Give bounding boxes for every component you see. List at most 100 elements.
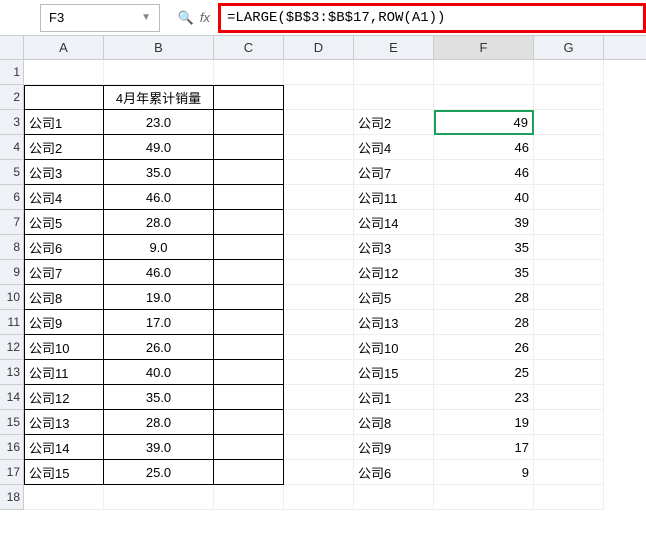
row-header-11[interactable]: 11 <box>0 310 24 335</box>
row-header-16[interactable]: 16 <box>0 435 24 460</box>
cell-G6[interactable] <box>534 185 604 210</box>
cell-G3[interactable] <box>534 110 604 135</box>
cell-A11[interactable]: 公司9 <box>24 310 104 335</box>
cell-E3[interactable]: 公司2 <box>354 110 434 135</box>
cell-G15[interactable] <box>534 410 604 435</box>
cell-B16[interactable]: 39.0 <box>104 435 214 460</box>
cell-A13[interactable]: 公司11 <box>24 360 104 385</box>
cell-A16[interactable]: 公司14 <box>24 435 104 460</box>
cell-B2[interactable]: 4月年累计销量 <box>104 85 214 110</box>
cell-D11[interactable] <box>284 310 354 335</box>
cell-A15[interactable]: 公司13 <box>24 410 104 435</box>
cell-B6[interactable]: 46.0 <box>104 185 214 210</box>
cell-B18[interactable] <box>104 485 214 510</box>
cell-A2[interactable] <box>24 85 104 110</box>
cell-B15[interactable]: 28.0 <box>104 410 214 435</box>
cell-E18[interactable] <box>354 485 434 510</box>
cell-D3[interactable] <box>284 110 354 135</box>
cell-D18[interactable] <box>284 485 354 510</box>
cell-E4[interactable]: 公司4 <box>354 135 434 160</box>
col-header-G[interactable]: G <box>534 36 604 59</box>
cell-D4[interactable] <box>284 135 354 160</box>
cell-G9[interactable] <box>534 260 604 285</box>
cell-F15[interactable]: 19 <box>434 410 534 435</box>
cell-E11[interactable]: 公司13 <box>354 310 434 335</box>
cell-D2[interactable] <box>284 85 354 110</box>
cell-C3[interactable] <box>214 110 284 135</box>
cell-F18[interactable] <box>434 485 534 510</box>
cell-G7[interactable] <box>534 210 604 235</box>
cell-D9[interactable] <box>284 260 354 285</box>
cell-A6[interactable]: 公司4 <box>24 185 104 210</box>
cell-C16[interactable] <box>214 435 284 460</box>
cell-F10[interactable]: 28 <box>434 285 534 310</box>
cell-C6[interactable] <box>214 185 284 210</box>
cell-A8[interactable]: 公司6 <box>24 235 104 260</box>
cell-B13[interactable]: 40.0 <box>104 360 214 385</box>
formula-input[interactable]: =LARGE($B$3:$B$17,ROW(A1)) <box>218 3 646 33</box>
cell-E10[interactable]: 公司5 <box>354 285 434 310</box>
row-header-5[interactable]: 5 <box>0 160 24 185</box>
cell-E1[interactable] <box>354 60 434 85</box>
cell-E5[interactable]: 公司7 <box>354 160 434 185</box>
row-header-8[interactable]: 8 <box>0 235 24 260</box>
row-header-12[interactable]: 12 <box>0 335 24 360</box>
cell-B3[interactable]: 23.0 <box>104 110 214 135</box>
cell-E14[interactable]: 公司1 <box>354 385 434 410</box>
name-box[interactable]: F3 ▼ <box>40 4 160 32</box>
cell-B7[interactable]: 28.0 <box>104 210 214 235</box>
cell-C15[interactable] <box>214 410 284 435</box>
cell-D1[interactable] <box>284 60 354 85</box>
cell-C13[interactable] <box>214 360 284 385</box>
row-header-13[interactable]: 13 <box>0 360 24 385</box>
cell-F3[interactable]: 49 <box>434 110 534 135</box>
cell-C14[interactable] <box>214 385 284 410</box>
cell-E17[interactable]: 公司6 <box>354 460 434 485</box>
col-header-A[interactable]: A <box>24 36 104 59</box>
row-header-3[interactable]: 3 <box>0 110 24 135</box>
cell-D14[interactable] <box>284 385 354 410</box>
cell-D7[interactable] <box>284 210 354 235</box>
cell-E6[interactable]: 公司11 <box>354 185 434 210</box>
cell-D12[interactable] <box>284 335 354 360</box>
cell-E16[interactable]: 公司9 <box>354 435 434 460</box>
cell-E7[interactable]: 公司14 <box>354 210 434 235</box>
cell-E9[interactable]: 公司12 <box>354 260 434 285</box>
spreadsheet-grid[interactable]: A B C D E F G 124月年累计销量3公司123.0公司2494公司2… <box>0 36 646 536</box>
cell-G14[interactable] <box>534 385 604 410</box>
row-header-2[interactable]: 2 <box>0 85 24 110</box>
search-icon[interactable]: 🔍 <box>178 10 194 26</box>
cell-E15[interactable]: 公司8 <box>354 410 434 435</box>
cell-G4[interactable] <box>534 135 604 160</box>
cell-A4[interactable]: 公司2 <box>24 135 104 160</box>
cell-B11[interactable]: 17.0 <box>104 310 214 335</box>
row-header-6[interactable]: 6 <box>0 185 24 210</box>
cell-D13[interactable] <box>284 360 354 385</box>
cell-A7[interactable]: 公司5 <box>24 210 104 235</box>
cell-A3[interactable]: 公司1 <box>24 110 104 135</box>
cell-D15[interactable] <box>284 410 354 435</box>
cell-B4[interactable]: 49.0 <box>104 135 214 160</box>
cell-B14[interactable]: 35.0 <box>104 385 214 410</box>
cell-C12[interactable] <box>214 335 284 360</box>
cell-A9[interactable]: 公司7 <box>24 260 104 285</box>
cell-G13[interactable] <box>534 360 604 385</box>
cell-G16[interactable] <box>534 435 604 460</box>
cell-C2[interactable] <box>214 85 284 110</box>
cell-A5[interactable]: 公司3 <box>24 160 104 185</box>
cell-C4[interactable] <box>214 135 284 160</box>
cell-C18[interactable] <box>214 485 284 510</box>
cell-A10[interactable]: 公司8 <box>24 285 104 310</box>
cell-A1[interactable] <box>24 60 104 85</box>
cell-F5[interactable]: 46 <box>434 160 534 185</box>
col-header-B[interactable]: B <box>104 36 214 59</box>
cell-B9[interactable]: 46.0 <box>104 260 214 285</box>
cell-F9[interactable]: 35 <box>434 260 534 285</box>
cell-G2[interactable] <box>534 85 604 110</box>
cell-B5[interactable]: 35.0 <box>104 160 214 185</box>
cell-A14[interactable]: 公司12 <box>24 385 104 410</box>
cell-F7[interactable]: 39 <box>434 210 534 235</box>
fx-icon[interactable]: fx <box>200 10 210 25</box>
cell-C17[interactable] <box>214 460 284 485</box>
row-header-4[interactable]: 4 <box>0 135 24 160</box>
